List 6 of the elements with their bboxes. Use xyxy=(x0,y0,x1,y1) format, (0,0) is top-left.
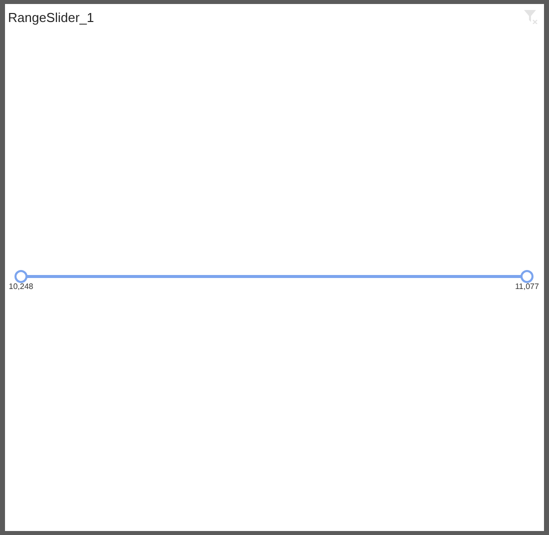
slider-thumb[interactable] xyxy=(520,270,534,282)
clear-filter-icon[interactable] xyxy=(524,10,538,24)
slider-value: 11,077 xyxy=(515,282,539,290)
slider-thumb[interactable] xyxy=(14,270,28,282)
visual-title: RangeSlider_1 xyxy=(8,10,94,25)
slider-value: 10,248 xyxy=(8,282,34,290)
